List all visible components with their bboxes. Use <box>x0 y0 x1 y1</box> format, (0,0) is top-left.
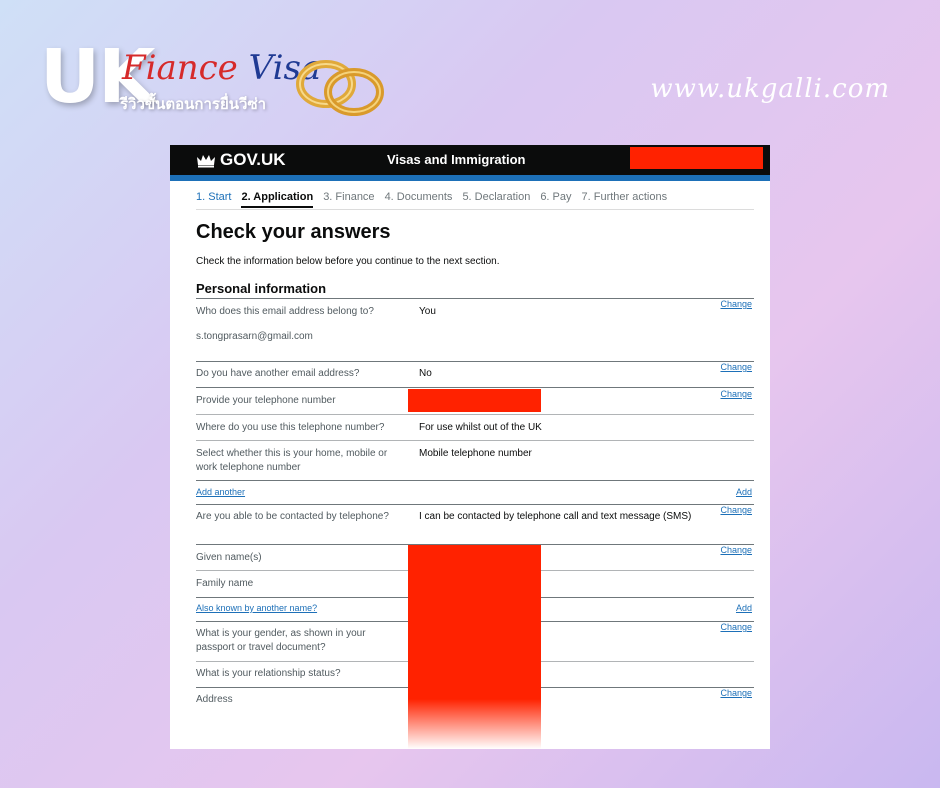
brand-fiance-text: Fiance <box>122 48 238 88</box>
divider <box>196 440 754 441</box>
change-link[interactable]: Change <box>720 362 752 372</box>
question-family-name: Family name <box>196 578 254 589</box>
gov-logo-text: GOV.UK <box>220 150 286 169</box>
answer-phone-type: Mobile telephone number <box>419 448 532 459</box>
answer-contact: I can be contacted by telephone call and… <box>419 511 692 522</box>
govuk-screenshot: GOV.UK Visas and Immigration 1. Start 2.… <box>170 145 770 749</box>
section-title: Personal information <box>196 281 327 296</box>
change-link[interactable]: Change <box>720 622 752 632</box>
question-gender: What is your gender, as shown in your pa… <box>196 628 366 653</box>
question-phone-type: Select whether this is your home, mobile… <box>196 448 388 473</box>
also-known-by-link[interactable]: Also known by another name? <box>196 603 317 613</box>
divider <box>196 414 754 415</box>
redaction-block <box>630 147 763 169</box>
step-documents: 4. Documents <box>384 191 453 203</box>
step-pay: 6. Pay <box>540 191 572 203</box>
question-contact: Are you able to be contacted by telephon… <box>196 511 389 522</box>
divider <box>196 298 754 299</box>
add-link[interactable]: Add <box>736 487 752 497</box>
bottom-fade <box>170 699 770 749</box>
progress-steps: 1. Start 2. Application 3. Finance 4. Do… <box>196 191 754 208</box>
divider <box>196 387 754 388</box>
question-where-telephone: Where do you use this telephone number? <box>196 422 385 433</box>
divider <box>196 504 754 505</box>
answer-another-email: No <box>419 368 432 379</box>
service-name[interactable]: Visas and Immigration <box>387 152 525 167</box>
question-telephone: Provide your telephone number <box>196 395 336 406</box>
page-intro: Check the information below before you c… <box>196 256 500 267</box>
brand-thai-subtitle: รีวิวขั้นตอนการยื่นวีซ่า <box>120 96 267 113</box>
wedding-rings-icon <box>296 60 384 116</box>
header-blue-bar <box>170 175 770 181</box>
divider <box>196 209 754 210</box>
divider <box>196 480 754 481</box>
divider <box>196 361 754 362</box>
page-title: Check your answers <box>196 221 391 243</box>
add-another-link[interactable]: Add another <box>196 487 245 497</box>
step-application: 2. Application <box>241 191 314 208</box>
question-given-name: Given name(s) <box>196 552 262 563</box>
change-link[interactable]: Change <box>720 505 752 515</box>
change-link[interactable]: Change <box>720 299 752 309</box>
crown-icon <box>197 155 215 168</box>
email-address: s.tongprasarn@gmail.com <box>196 331 313 342</box>
step-further-actions: 7. Further actions <box>581 191 668 203</box>
change-link[interactable]: Change <box>720 545 752 555</box>
step-finance: 3. Finance <box>323 191 375 203</box>
step-start[interactable]: 1. Start <box>196 191 231 208</box>
add-link[interactable]: Add <box>736 603 752 613</box>
question-email-owner: Who does this email address belong to? <box>196 306 374 317</box>
redaction-block <box>408 389 541 412</box>
question-relationship: What is your relationship status? <box>196 668 341 679</box>
change-link[interactable]: Change <box>720 688 752 698</box>
answer-email-owner: You <box>419 306 436 317</box>
answer-where-telephone: For use whilst out of the UK <box>419 422 542 433</box>
gov-header: GOV.UK Visas and Immigration <box>170 145 770 175</box>
step-declaration: 5. Declaration <box>462 191 531 203</box>
website-url: www.ukgalli.com <box>650 74 890 104</box>
gov-logo[interactable]: GOV.UK <box>196 150 286 170</box>
question-another-email: Do you have another email address? <box>196 368 360 379</box>
change-link[interactable]: Change <box>720 389 752 399</box>
